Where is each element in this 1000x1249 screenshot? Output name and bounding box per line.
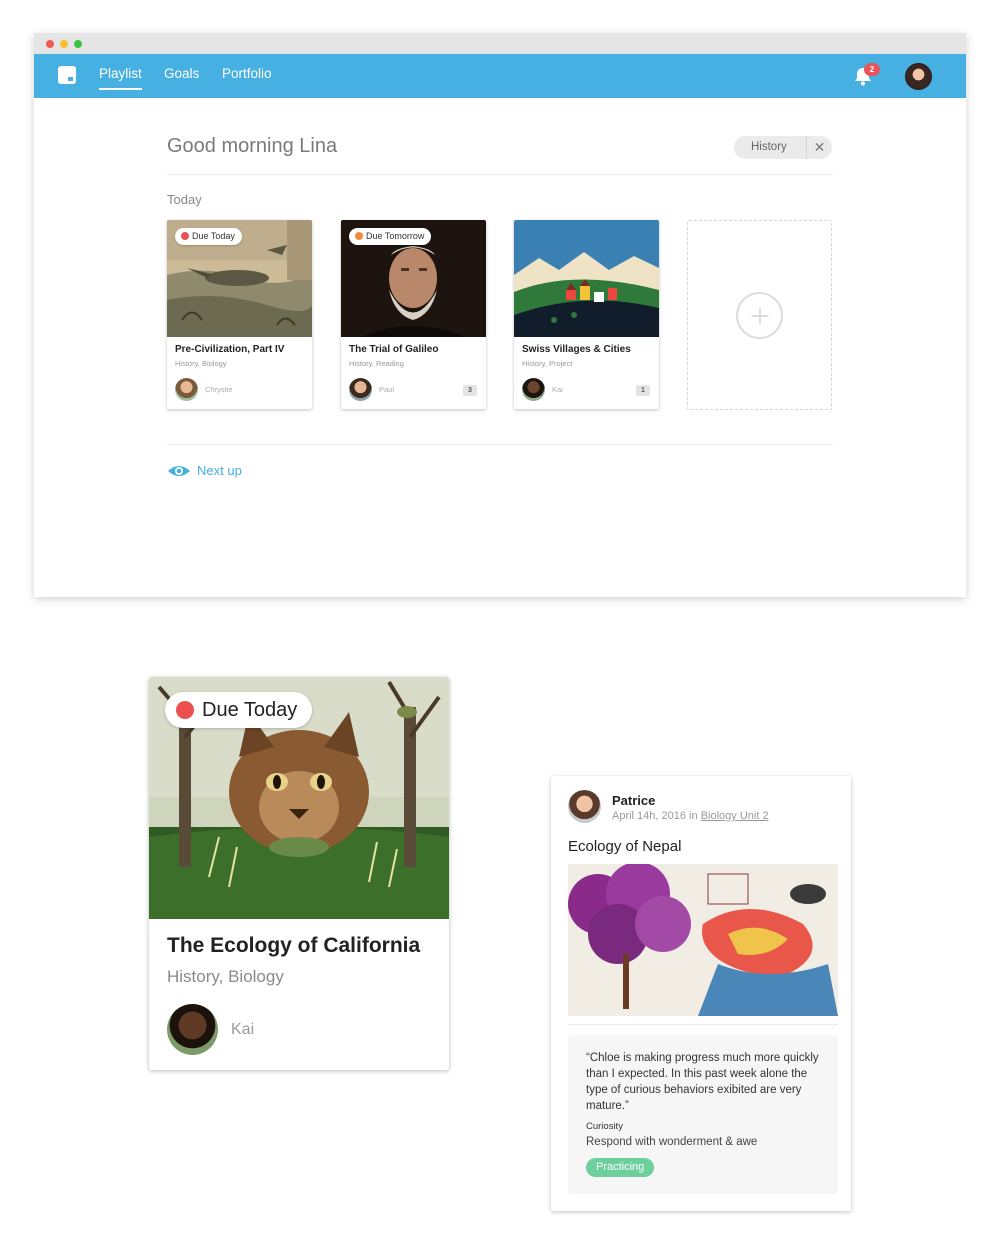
playlist-card[interactable]: Due Tomorrow The Trial of Galileo Histor…	[341, 220, 486, 409]
post-playlist-link[interactable]: Biology Unit 2	[701, 810, 769, 822]
next-up-label: Next up	[197, 463, 242, 478]
plus-icon	[736, 292, 783, 339]
owner-avatar	[349, 378, 372, 401]
card-subjects: History, Reading	[349, 359, 404, 368]
playlist-card[interactable]: Due Today Pre-Civilization, Part IV Hist…	[167, 220, 312, 409]
post-title: Ecology of Nepal	[568, 838, 682, 855]
notification-count-badge: 2	[864, 63, 880, 76]
filter-chip-label[interactable]: History	[751, 141, 787, 153]
card-owner-name: Kai	[552, 385, 563, 394]
app-logo-icon[interactable]	[58, 66, 76, 84]
user-avatar[interactable]	[905, 63, 932, 90]
card-thumbnail-prehistoric: Due Today	[167, 220, 312, 337]
owner-avatar	[167, 1004, 218, 1055]
nav-tab-portfolio[interactable]: Portfolio	[222, 66, 272, 81]
comment-count-badge: 1	[636, 385, 650, 396]
card-subjects: History, Project	[522, 359, 573, 368]
featured-playlist-card[interactable]: Due Today The Ecology of California Hist…	[149, 677, 449, 1070]
card-owner-name: Chrystie	[205, 385, 233, 394]
close-window-dot[interactable]	[46, 40, 54, 48]
maximize-window-dot[interactable]	[74, 40, 82, 48]
post-date: April 14h, 2016 in	[612, 810, 698, 822]
card-title: The Trial of Galileo	[349, 344, 439, 355]
due-status-pill: Due Today	[165, 692, 313, 728]
header-divider	[167, 174, 833, 175]
owner-avatar	[522, 378, 545, 401]
due-status-pill: Due Tomorrow	[349, 228, 432, 245]
add-playlist-item-button[interactable]	[687, 220, 832, 410]
trait-description: Respond with wonderment & awe	[586, 1136, 758, 1148]
card-title: Pre-Civilization, Part IV	[175, 344, 285, 355]
owner-avatar	[175, 378, 198, 401]
card-thumbnail-galileo: Due Tomorrow	[341, 220, 486, 337]
section-label-today: Today	[167, 192, 202, 207]
playlist-card[interactable]: Swiss Villages & Cities History, Project…	[514, 220, 659, 409]
minimize-window-dot[interactable]	[60, 40, 68, 48]
card-subjects: History, Biology	[175, 359, 227, 368]
app-window: Playlist Goals Portfolio 2 Good morning …	[34, 33, 966, 597]
portfolio-post-card: Patrice April 14h, 2016 in Biology Unit …	[551, 776, 851, 1211]
status-badge: Practicing	[586, 1158, 655, 1177]
card-title: Swiss Villages & Cities	[522, 344, 631, 355]
card-thumbnail-cat-painting: Due Today	[149, 677, 449, 919]
top-navbar: Playlist Goals Portfolio 2	[34, 54, 966, 98]
trait-name: Curiosity	[586, 1121, 623, 1132]
feedback-box: “Chloe is making progress much more quic…	[568, 1035, 838, 1194]
card-title: The Ecology of California	[167, 934, 421, 957]
card-thumbnail-swiss-village	[514, 220, 659, 337]
post-divider	[568, 1024, 838, 1025]
filter-chip: History ✕	[734, 136, 832, 159]
eye-icon	[168, 466, 190, 476]
post-author-name[interactable]: Patrice	[612, 793, 655, 808]
comment-count-badge: 3	[463, 385, 477, 396]
greeting-heading: Good morning Lina	[167, 135, 338, 157]
card-subjects: History, Biology	[167, 967, 284, 986]
due-status-pill: Due Today	[175, 228, 242, 245]
card-owner-name: Kai	[231, 1021, 255, 1038]
post-meta: April 14h, 2016 in Biology Unit 2	[612, 810, 769, 822]
remove-filter-close-icon[interactable]: ✕	[806, 136, 832, 159]
section-divider	[167, 444, 833, 445]
card-owner-name: Paul	[379, 385, 395, 394]
author-avatar[interactable]	[568, 790, 601, 823]
nav-tab-playlist[interactable]: Playlist	[99, 66, 142, 90]
window-titlebar	[34, 33, 966, 54]
post-artwork-image[interactable]	[568, 864, 838, 1016]
feedback-quote: “Chloe is making progress much more quic…	[586, 1052, 819, 1112]
nav-tab-goals[interactable]: Goals	[164, 66, 199, 81]
